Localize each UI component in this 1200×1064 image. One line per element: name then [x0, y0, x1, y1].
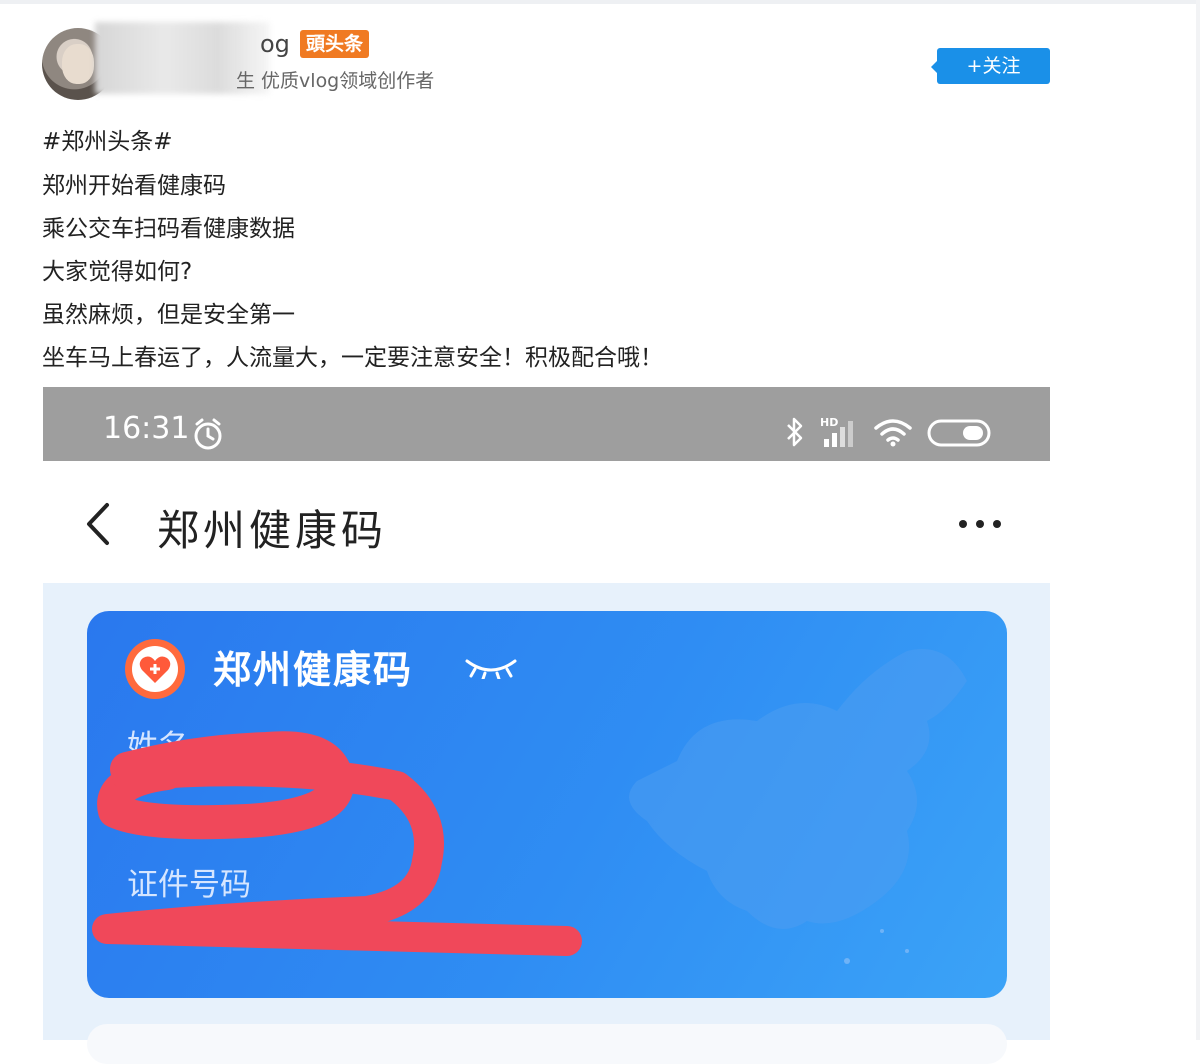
red-scribble-redaction [92, 731, 582, 956]
follow-button[interactable]: +关注 [931, 48, 1050, 84]
svg-text:HD: HD [820, 416, 838, 429]
post-text-line: 大家觉得如何? [42, 259, 193, 285]
post-text-line: 坐车马上春运了，人流量大，一定要注意安全！积极配合哦！ [42, 345, 663, 371]
battery-icon [927, 419, 991, 447]
lower-info-card [87, 1024, 1007, 1064]
app-header: 郑州健康码 [43, 461, 1050, 583]
post-text-line: 郑州开始看健康码 [42, 173, 226, 199]
author-name[interactable]: og [260, 30, 290, 58]
wifi-icon [874, 419, 912, 447]
page-right-edge [1196, 0, 1200, 1040]
health-code-card[interactable]: 郑州健康码 姓名 证件号码 [87, 611, 1007, 998]
page-title: 郑州健康码 [157, 506, 388, 555]
back-icon[interactable] [83, 501, 113, 547]
status-time: 16:31 [103, 411, 190, 446]
phone-status-bar: 16:31 HD [43, 387, 1050, 461]
post-text-line: 乘公交车扫码看健康数据 [42, 216, 295, 242]
post-hashtag[interactable]: #郑州头条# [42, 122, 173, 156]
page-top-border [0, 0, 1200, 4]
post-text-line: 虽然麻烦，但是安全第一 [42, 302, 295, 328]
toutiao-badge: 頭头条 [300, 30, 370, 58]
hd-signal-icon: HD [820, 416, 853, 447]
bluetooth-icon [787, 417, 803, 447]
author-description: 生 优质vlog领域创作者 [236, 70, 435, 92]
more-options-icon[interactable] [958, 519, 1002, 529]
alarm-icon [194, 418, 222, 450]
